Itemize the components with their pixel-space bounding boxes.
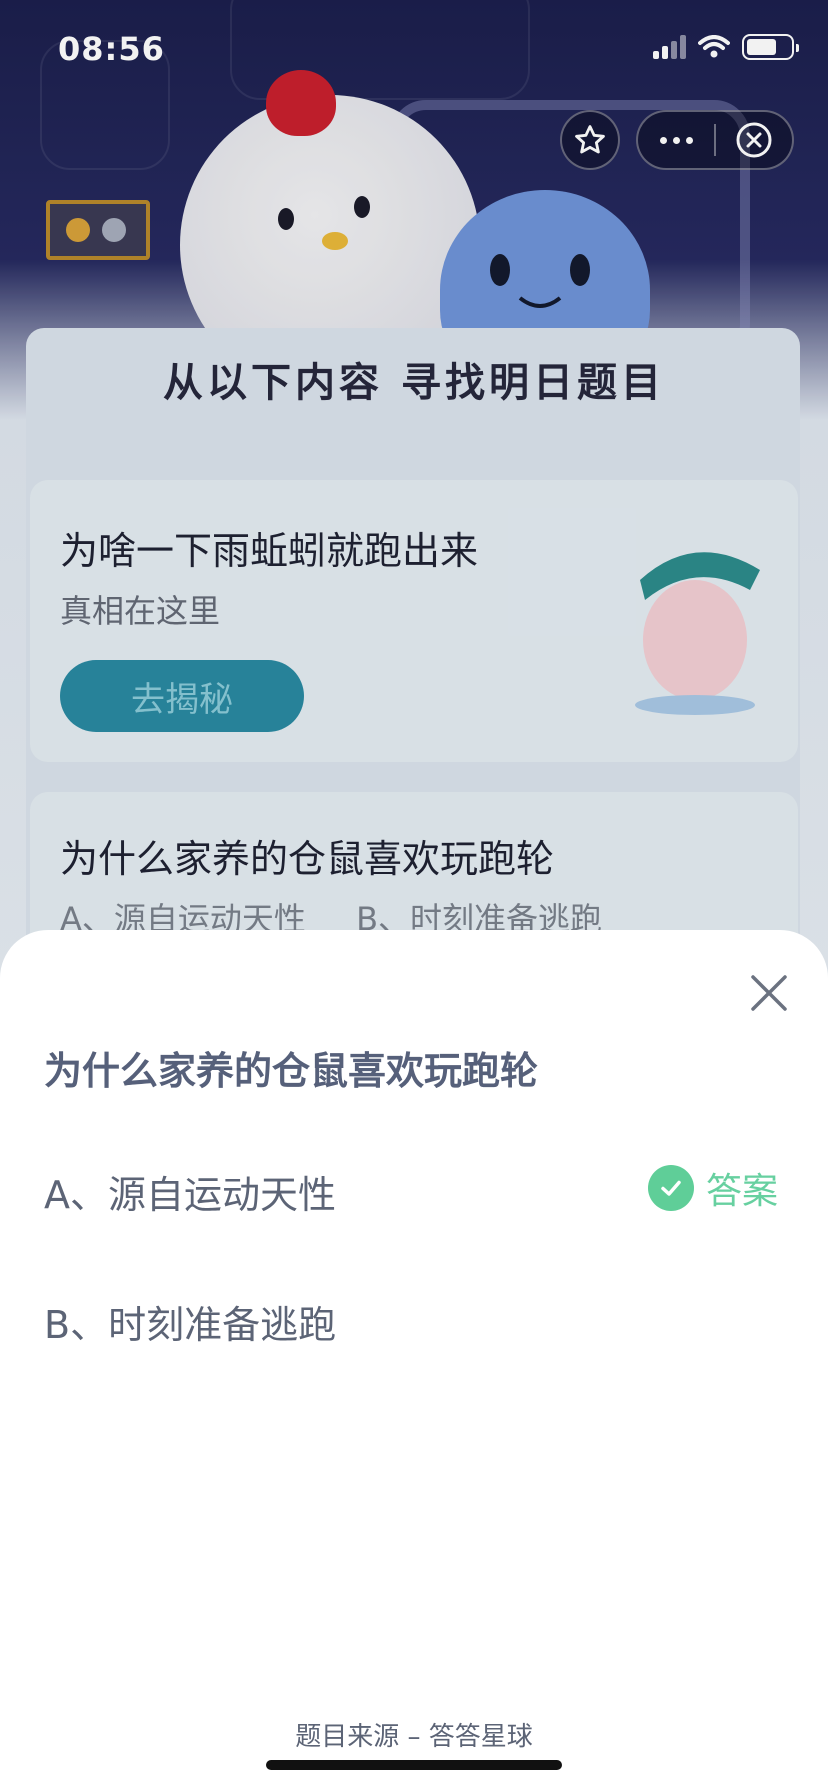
question-title: 为什么家养的仓鼠喜欢玩跑轮 <box>44 1049 539 1093</box>
modal-overlay[interactable] <box>0 0 828 1000</box>
option-b: B、时刻准备逃跑 <box>44 1303 337 1347</box>
close-icon <box>751 975 787 1011</box>
option-a: A、源自运动天性 <box>44 1173 336 1217</box>
close-sheet-button[interactable] <box>744 968 794 1018</box>
correct-answer-badge: 答案 <box>648 1162 778 1214</box>
home-indicator[interactable] <box>266 1760 562 1770</box>
question-source: 题目来源 – 答答星球 <box>295 1722 533 1752</box>
answer-label: 答案 <box>706 1171 779 1212</box>
check-circle-icon <box>648 1165 694 1211</box>
